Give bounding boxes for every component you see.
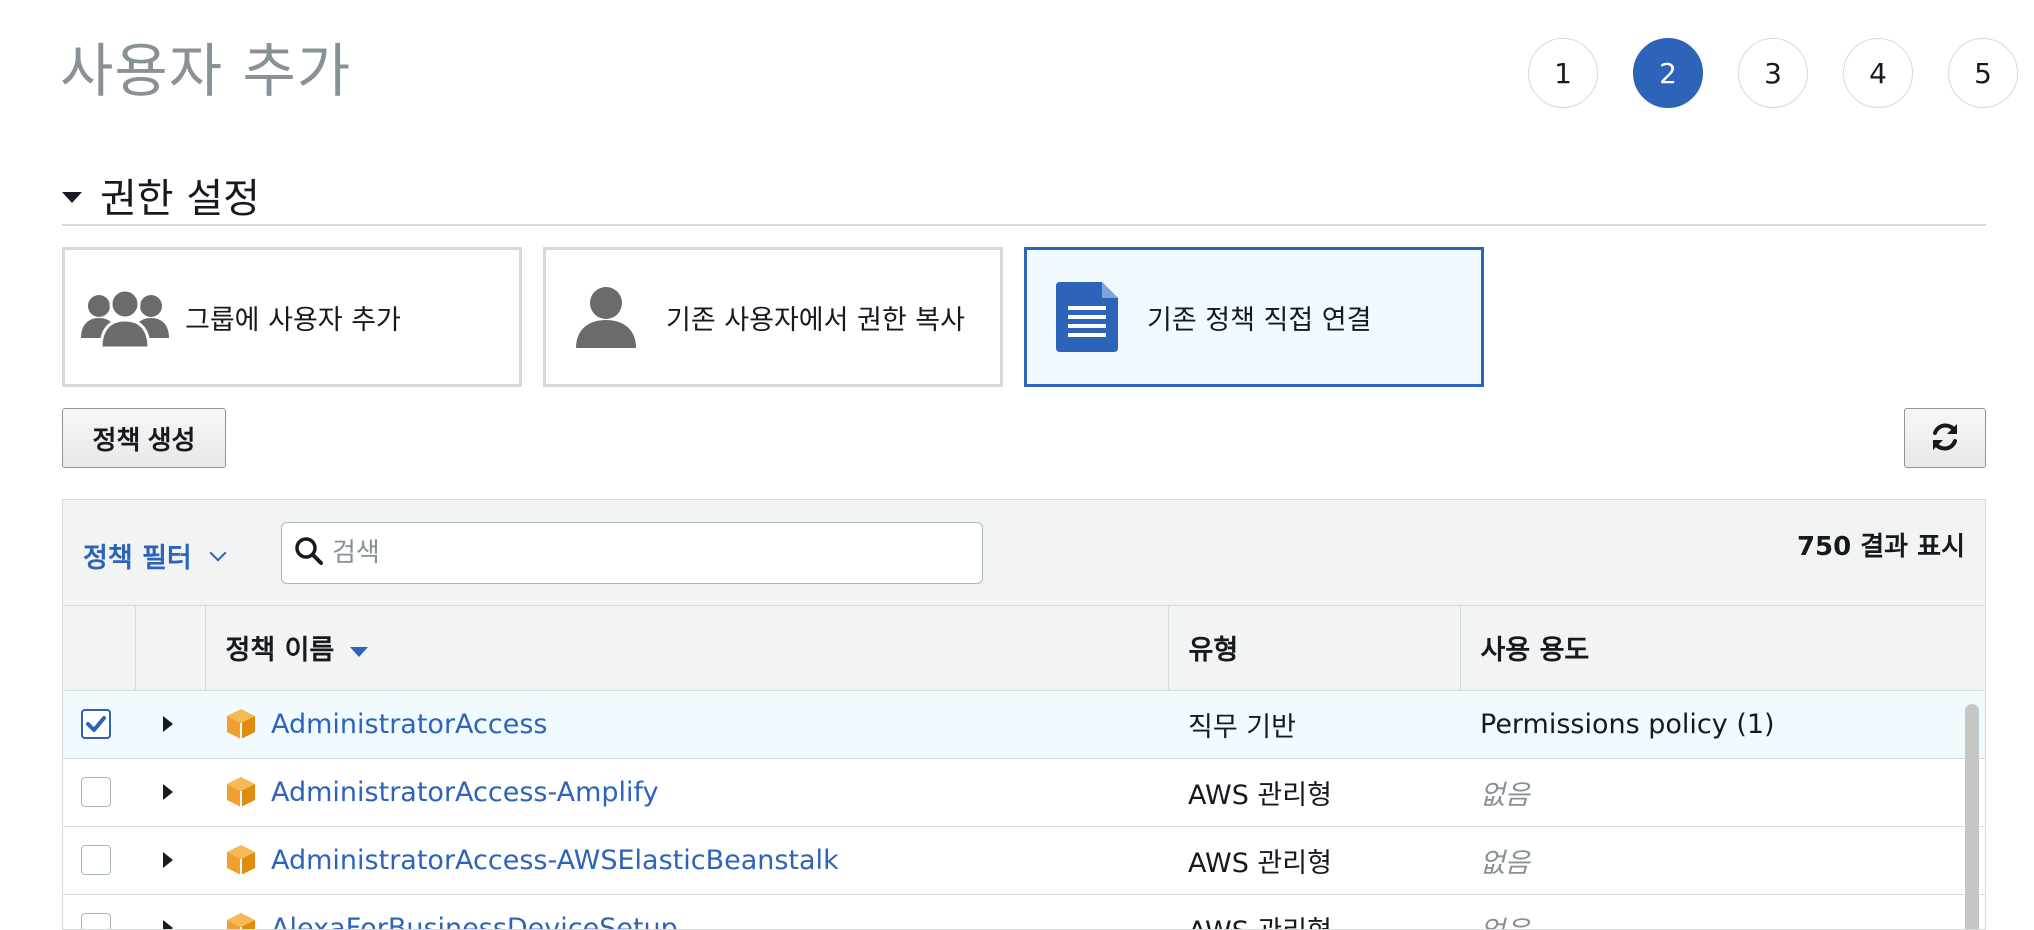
permission-options: 그룹에 사용자 추가 기존 사용자에서 권한 복사 기존 정책 직접 연결 bbox=[62, 247, 1505, 387]
row-checkbox[interactable] bbox=[81, 777, 111, 807]
table-row[interactable]: AdministratorAccess 직무 기반 Permissions po… bbox=[63, 690, 1985, 758]
header-type[interactable]: 유형 bbox=[1168, 606, 1461, 691]
policy-usage: 없음 bbox=[1480, 847, 1530, 879]
policy-name-link[interactable]: AdministratorAccess bbox=[271, 709, 548, 740]
policy-name-link[interactable]: AlexaForBusinessDeviceSetup bbox=[271, 913, 678, 930]
policy-filter-label: 정책 필터 bbox=[83, 543, 192, 574]
option-add-to-group[interactable]: 그룹에 사용자 추가 bbox=[62, 247, 522, 387]
policy-usage: Permissions policy (1) bbox=[1480, 708, 1775, 740]
policy-cube-icon bbox=[227, 913, 255, 929]
header-policy-name[interactable]: 정책 이름 bbox=[205, 606, 1169, 691]
search-box[interactable] bbox=[281, 522, 983, 584]
chevron-down-icon bbox=[209, 544, 227, 561]
table-scrollbar[interactable] bbox=[1963, 696, 1981, 929]
option-label: 기존 사용자에서 권한 복사 bbox=[666, 304, 965, 336]
policy-type: AWS 관리형 bbox=[1188, 779, 1332, 811]
policy-type: 직무 기반 bbox=[1188, 711, 1296, 743]
header-expand bbox=[135, 606, 206, 691]
wizard-steps: 1 2 3 4 5 bbox=[1493, 38, 2018, 108]
search-input[interactable] bbox=[332, 538, 932, 568]
policy-type: AWS 관리형 bbox=[1168, 894, 1460, 930]
option-copy-permissions[interactable]: 기존 사용자에서 권한 복사 bbox=[543, 247, 1003, 387]
expand-row-icon[interactable] bbox=[163, 716, 173, 732]
policy-table: 정책 이름 유형 사용 용도 AdministratorAccess 직무 기반… bbox=[63, 606, 1985, 930]
scrollbar-thumb[interactable] bbox=[1965, 704, 1979, 929]
option-label: 그룹에 사용자 추가 bbox=[185, 304, 401, 336]
row-checkbox[interactable] bbox=[81, 709, 111, 739]
header-policy-name-label: 정책 이름 bbox=[225, 635, 335, 667]
group-icon bbox=[65, 267, 185, 367]
option-label: 기존 정책 직접 연결 bbox=[1147, 304, 1372, 336]
table-toolbar: 정책 필터 750 결과 표시 bbox=[63, 500, 1985, 606]
sort-desc-icon bbox=[350, 646, 369, 657]
expand-row-icon[interactable] bbox=[163, 852, 173, 868]
expand-row-icon[interactable] bbox=[163, 784, 173, 800]
user-icon bbox=[546, 267, 666, 367]
step-2[interactable]: 2 bbox=[1633, 38, 1703, 108]
expand-row-icon[interactable] bbox=[163, 920, 173, 929]
document-icon bbox=[1027, 267, 1147, 367]
page-title: 사용자 추가 bbox=[60, 37, 352, 105]
step-1[interactable]: 1 bbox=[1528, 38, 1598, 108]
policy-name-link[interactable]: AdministratorAccess-Amplify bbox=[271, 777, 659, 808]
step-5[interactable]: 5 bbox=[1948, 38, 2018, 108]
policy-cube-icon bbox=[227, 777, 255, 807]
refresh-icon bbox=[1929, 421, 1961, 456]
section-title: 권한 설정 bbox=[100, 176, 260, 222]
row-checkbox[interactable] bbox=[81, 913, 111, 929]
search-icon bbox=[294, 536, 324, 570]
create-policy-button[interactable]: 정책 생성 bbox=[62, 408, 226, 468]
table-header-row: 정책 이름 유형 사용 용도 bbox=[63, 606, 1985, 691]
policy-table-panel: 정책 필터 750 결과 표시 정책 이름 bbox=[62, 499, 1986, 930]
row-checkbox[interactable] bbox=[81, 845, 111, 875]
table-row[interactable]: AdministratorAccess-AWSElasticBeanstalk … bbox=[63, 826, 1985, 894]
header-select bbox=[63, 606, 136, 691]
result-count: 750 결과 표시 bbox=[1796, 532, 1965, 562]
policy-cube-icon bbox=[227, 709, 255, 739]
policy-cube-icon bbox=[227, 845, 255, 875]
policy-filter-dropdown[interactable]: 정책 필터 bbox=[83, 536, 227, 575]
policy-usage: 없음 bbox=[1480, 779, 1530, 811]
policy-usage: 없음 bbox=[1460, 894, 1985, 930]
caret-down-icon bbox=[62, 192, 82, 203]
refresh-button[interactable] bbox=[1904, 408, 1986, 468]
policy-type: AWS 관리형 bbox=[1188, 847, 1332, 879]
step-3[interactable]: 3 bbox=[1738, 38, 1808, 108]
policy-name-link[interactable]: AdministratorAccess-AWSElasticBeanstalk bbox=[271, 845, 839, 876]
table-row[interactable]: AlexaForBusinessDeviceSetup AWS 관리형 없음 bbox=[63, 894, 1985, 930]
header-usage[interactable]: 사용 용도 bbox=[1460, 606, 1985, 691]
checkmark-icon bbox=[86, 716, 106, 732]
permissions-section-header[interactable]: 권한 설정 bbox=[62, 166, 1986, 226]
step-4[interactable]: 4 bbox=[1843, 38, 1913, 108]
table-row[interactable]: AdministratorAccess-Amplify AWS 관리형 없음 bbox=[63, 758, 1985, 826]
option-attach-policies[interactable]: 기존 정책 직접 연결 bbox=[1024, 247, 1484, 387]
